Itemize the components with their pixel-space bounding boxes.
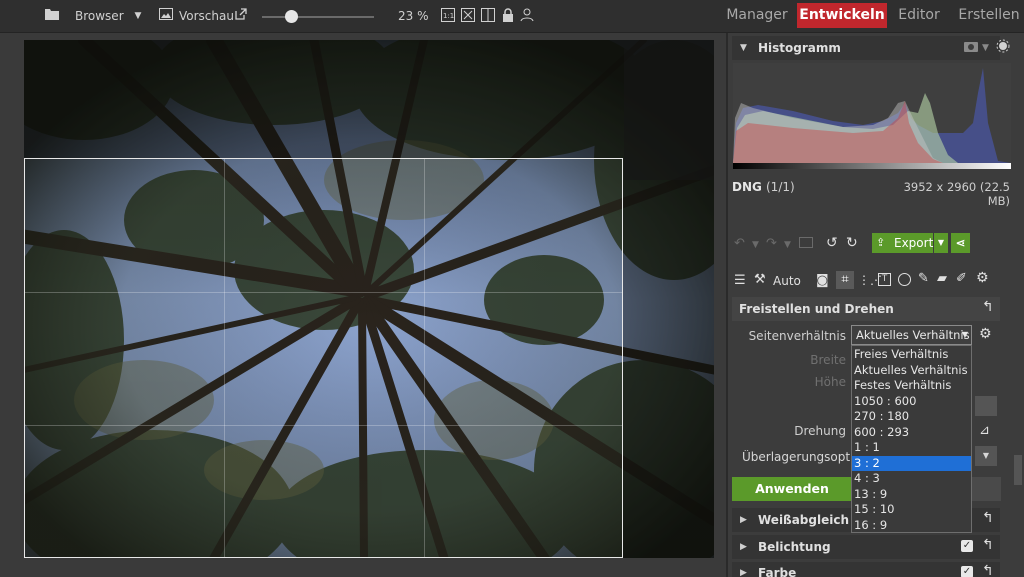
preview-button[interactable]: Vorschau (179, 9, 234, 23)
crop-tool-icon[interactable]: ⌗ (836, 271, 854, 289)
fit-screen-icon[interactable] (460, 8, 476, 24)
expand-triangle-icon[interactable]: ▶ (740, 568, 747, 577)
white-balance-title: Weißabgleich (758, 513, 849, 527)
crop-grid-line (224, 159, 225, 557)
share-icon: ⋖ (955, 236, 966, 250)
redo-icon[interactable]: ↷ (766, 236, 777, 251)
folder-icon[interactable] (44, 8, 60, 24)
overlay-options-select[interactable]: ▼ (975, 446, 997, 466)
dropdown-option[interactable]: 13 : 9 (852, 487, 971, 503)
reset-arrow-icon[interactable]: ↰ (982, 299, 994, 315)
gradient-icon[interactable]: ▰ (937, 271, 947, 286)
aspect-ratio-select[interactable]: Aktuelles Verhältnis ▼ (851, 325, 972, 345)
chevron-down-icon[interactable]: ▼ (982, 43, 989, 53)
expand-triangle-icon[interactable]: ▶ (740, 515, 747, 525)
aspect-ratio-dropdown-list: Freies Verhältnis Aktuelles Verhältnis Fes… (851, 345, 972, 533)
export-dropdown-button[interactable]: ▼ (934, 233, 948, 253)
chevron-down-icon: ▼ (961, 330, 968, 339)
radial-filter-icon[interactable] (898, 273, 911, 286)
gear-icon[interactable]: ⚙ (979, 326, 992, 342)
dropdown-option[interactable]: 1050 : 600 (852, 394, 971, 410)
zoom-slider-track[interactable] (262, 16, 374, 18)
person-overlay-icon[interactable] (519, 8, 535, 24)
reset-arrow-icon[interactable]: ↰ (982, 563, 994, 577)
actual-size-icon[interactable]: 1:1 (440, 8, 456, 24)
panel-scrollbar[interactable] (1014, 455, 1022, 485)
export-icon: ⇪ (876, 236, 886, 249)
file-format: DNG (732, 180, 762, 194)
height-label: Höhe (814, 375, 846, 389)
gear-icon[interactable]: ⚙ (976, 270, 989, 286)
dropdown-option[interactable]: 3 : 2 (852, 455, 971, 471)
cancel-crop-button[interactable] (972, 477, 1001, 501)
dropdown-option[interactable]: Festes Verhältnis (852, 378, 971, 394)
camera-icon[interactable] (964, 40, 978, 55)
reset-arrow-icon[interactable]: ↰ (982, 510, 994, 526)
dropdown-option[interactable]: 1 : 1 (852, 440, 971, 456)
chevron-down-icon[interactable]: ▼ (752, 240, 759, 250)
dropdown-option[interactable]: 15 : 10 (852, 502, 971, 518)
top-toolbar: Browser ▼ Vorschau 23 % 1:1 Manager Entw… (0, 0, 1024, 33)
rotate-right-icon[interactable]: ↻ (846, 235, 858, 251)
healing-icon[interactable]: ✐ (956, 271, 967, 286)
tab-editor[interactable]: Editor (893, 3, 945, 28)
auto-wand-icon[interactable]: ⚒ (754, 272, 766, 287)
apply-button[interactable]: Anwenden (732, 477, 852, 501)
collapse-triangle-icon[interactable]: ▼ (740, 43, 747, 53)
exposure-title: Belichtung (758, 540, 831, 554)
text-tool-icon[interactable]: T (878, 273, 891, 286)
file-count: (1/1) (766, 180, 795, 194)
crop-grid-line (25, 425, 622, 426)
browser-button[interactable]: Browser (75, 9, 124, 23)
image-dimensions: 3952 x 2960 (22.5 MB) (903, 180, 1010, 208)
lock-ratio-button[interactable] (975, 396, 997, 416)
straighten-icon[interactable]: ⊿ (979, 423, 990, 438)
dropdown-option[interactable]: Freies Verhältnis (852, 347, 971, 363)
tab-manager[interactable]: Manager (722, 3, 792, 28)
dropdown-option[interactable]: 600 : 293 (852, 425, 971, 441)
dropdown-option[interactable]: Aktuelles Verhältnis (852, 363, 971, 379)
image-icon[interactable] (158, 8, 174, 24)
chevron-down-icon[interactable]: ▼ (130, 8, 146, 24)
crop-grid-line (25, 292, 622, 293)
tab-entwickeln[interactable]: Entwickeln (797, 3, 887, 28)
compare-icon[interactable] (480, 8, 496, 24)
undo-icon[interactable]: ↶ (734, 236, 745, 251)
histogram-graph (733, 63, 1011, 169)
crop-grid-line (424, 159, 425, 557)
expand-triangle-icon[interactable]: ▶ (740, 542, 747, 552)
histogram-title: Histogramm (758, 41, 841, 55)
aspect-ratio-value: Aktuelles Verhältnis (856, 328, 970, 342)
before-after-icon[interactable] (799, 237, 813, 248)
svg-text:1:1: 1:1 (443, 12, 454, 20)
settings-sun-icon[interactable] (996, 39, 1010, 56)
dropdown-option[interactable]: 270 : 180 (852, 409, 971, 425)
zoom-slider-handle[interactable] (285, 10, 299, 23)
dropdown-option[interactable]: 4 : 3 (852, 471, 971, 487)
width-label: Breite (810, 353, 846, 367)
color-title: Farbe (758, 566, 797, 577)
tab-erstellen[interactable]: Erstellen (958, 3, 1020, 28)
reset-arrow-icon[interactable]: ↰ (982, 537, 994, 553)
sliders-icon[interactable]: ☰ (734, 273, 746, 288)
auto-button[interactable]: Auto (773, 274, 801, 288)
crop-section-title: Freistellen und Drehen (739, 302, 894, 316)
rotation-label: Drehung (794, 424, 846, 438)
overlay-options-label: Überlagerungsopti... (742, 450, 850, 464)
crop-frame[interactable] (24, 158, 623, 558)
exposure-enabled-checkbox[interactable]: ✓ (961, 540, 973, 552)
brush-icon[interactable]: ✎ (918, 271, 929, 286)
share-button[interactable]: ⋖ (951, 233, 970, 253)
export-button[interactable]: ⇪ Export (872, 233, 933, 253)
aspect-ratio-label: Seitenverhältnis (748, 329, 846, 343)
chevron-down-icon[interactable]: ▼ (784, 240, 791, 250)
camera-tool-icon[interactable]: ◙ (816, 273, 829, 288)
color-enabled-checkbox[interactable]: ✓ (961, 566, 973, 577)
lock-icon[interactable] (500, 8, 516, 24)
export-label: Export (894, 236, 934, 250)
zoom-level: 23 % (398, 9, 429, 23)
rotate-left-icon[interactable]: ↺ (826, 235, 838, 251)
dropdown-option[interactable]: 16 : 9 (852, 518, 971, 534)
external-link-icon[interactable] (233, 8, 249, 24)
